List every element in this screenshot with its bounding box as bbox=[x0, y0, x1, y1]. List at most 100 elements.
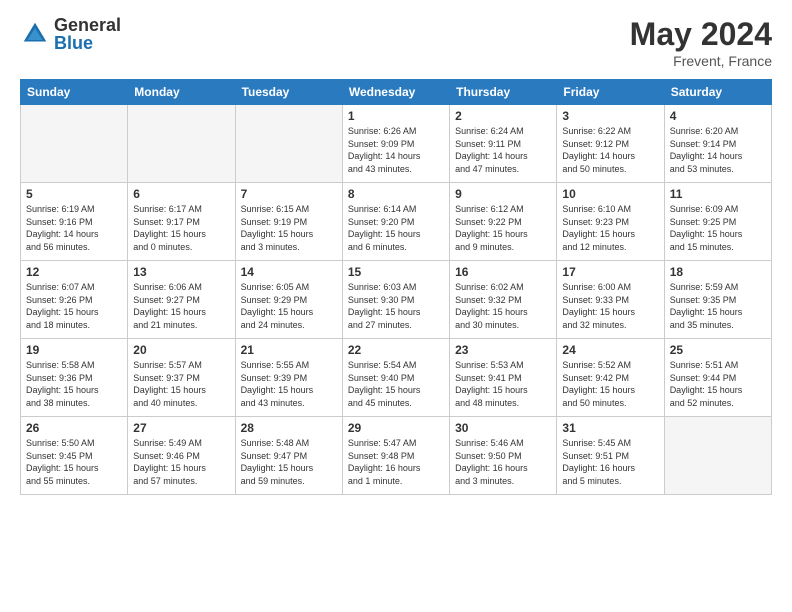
title-block: May 2024 Frevent, France bbox=[630, 16, 772, 69]
day-number: 8 bbox=[348, 187, 444, 201]
logo-icon bbox=[20, 19, 50, 49]
calendar-cell: 31Sunrise: 5:45 AM Sunset: 9:51 PM Dayli… bbox=[557, 417, 664, 495]
day-number: 15 bbox=[348, 265, 444, 279]
calendar-cell: 26 Sunrise: 5:50 AM Sunset: 9:45 PM Dayli… bbox=[21, 417, 128, 495]
cell-info: Sunrise: 5:57 AM Sunset: 9:37 PM Dayligh… bbox=[133, 359, 229, 409]
cell-info: Sunrise: 5:49 AM Sunset: 9:46 PM Dayligh… bbox=[133, 437, 229, 487]
calendar-cell: 1 Sunrise: 6:26 AM Sunset: 9:09 PM Daylig… bbox=[342, 105, 449, 183]
day-number: 1 bbox=[348, 109, 444, 123]
week-row-1: 5Sunrise: 6:19 AM Sunset: 9:16 PM Daylig… bbox=[21, 183, 772, 261]
logo-blue: Blue bbox=[54, 34, 121, 52]
cell-info: Sunrise: 6:00 AM Sunset: 9:33 PM Dayligh… bbox=[562, 281, 658, 331]
cell-info: Sunrise: 6:15 AM Sunset: 9:19 PM Dayligh… bbox=[241, 203, 337, 253]
calendar-cell: 3 Sunrise: 6:22 AM Sunset: 9:12 PM Daylig… bbox=[557, 105, 664, 183]
col-monday: Monday bbox=[128, 80, 235, 105]
day-number: 6 bbox=[133, 187, 229, 201]
calendar-cell: 29Sunrise: 5:47 AM Sunset: 9:48 PM Dayli… bbox=[342, 417, 449, 495]
calendar-cell: 5Sunrise: 6:19 AM Sunset: 9:16 PM Daylig… bbox=[21, 183, 128, 261]
day-number: 2 bbox=[455, 109, 551, 123]
day-number: 25 bbox=[670, 343, 766, 357]
cell-info: Sunrise: 6:06 AM Sunset: 9:27 PM Dayligh… bbox=[133, 281, 229, 331]
logo: General Blue bbox=[20, 16, 121, 52]
cell-info: Sunrise: 6:02 AM Sunset: 9:32 PM Dayligh… bbox=[455, 281, 551, 331]
day-number: 27 bbox=[133, 421, 229, 435]
day-number: 20 bbox=[133, 343, 229, 357]
calendar-body: 1 Sunrise: 6:26 AM Sunset: 9:09 PM Daylig… bbox=[21, 105, 772, 495]
calendar-cell: 12 Sunrise: 6:07 AM Sunset: 9:26 PM Dayli… bbox=[21, 261, 128, 339]
day-number: 24 bbox=[562, 343, 658, 357]
calendar-cell: 15Sunrise: 6:03 AM Sunset: 9:30 PM Dayli… bbox=[342, 261, 449, 339]
day-number: 26 bbox=[26, 421, 122, 435]
calendar-cell: 9Sunrise: 6:12 AM Sunset: 9:22 PM Daylig… bbox=[450, 183, 557, 261]
calendar-cell: 14Sunrise: 6:05 AM Sunset: 9:29 PM Dayli… bbox=[235, 261, 342, 339]
calendar-cell: 2 Sunrise: 6:24 AM Sunset: 9:11 PM Daylig… bbox=[450, 105, 557, 183]
cell-info: Sunrise: 5:54 AM Sunset: 9:40 PM Dayligh… bbox=[348, 359, 444, 409]
cell-info: Sunrise: 5:47 AM Sunset: 9:48 PM Dayligh… bbox=[348, 437, 444, 487]
cell-info: Sunrise: 5:48 AM Sunset: 9:47 PM Dayligh… bbox=[241, 437, 337, 487]
day-number: 28 bbox=[241, 421, 337, 435]
calendar-cell: 17Sunrise: 6:00 AM Sunset: 9:33 PM Dayli… bbox=[557, 261, 664, 339]
day-number: 19 bbox=[26, 343, 122, 357]
col-friday: Friday bbox=[557, 80, 664, 105]
calendar-cell: 10Sunrise: 6:10 AM Sunset: 9:23 PM Dayli… bbox=[557, 183, 664, 261]
logo-general: General bbox=[54, 16, 121, 34]
cell-info: Sunrise: 6:14 AM Sunset: 9:20 PM Dayligh… bbox=[348, 203, 444, 253]
col-wednesday: Wednesday bbox=[342, 80, 449, 105]
header: General Blue May 2024 Frevent, France bbox=[20, 16, 772, 69]
location: Frevent, France bbox=[630, 53, 772, 69]
calendar-cell: 25 Sunrise: 5:51 AM Sunset: 9:44 PM Dayli… bbox=[664, 339, 771, 417]
cell-info: Sunrise: 6:26 AM Sunset: 9:09 PM Dayligh… bbox=[348, 125, 444, 175]
calendar-cell: 21 Sunrise: 5:55 AM Sunset: 9:39 PM Dayli… bbox=[235, 339, 342, 417]
calendar-cell: 30 Sunrise: 5:46 AM Sunset: 9:50 PM Dayli… bbox=[450, 417, 557, 495]
day-number: 23 bbox=[455, 343, 551, 357]
cell-info: Sunrise: 5:52 AM Sunset: 9:42 PM Dayligh… bbox=[562, 359, 658, 409]
calendar-cell: 16Sunrise: 6:02 AM Sunset: 9:32 PM Dayli… bbox=[450, 261, 557, 339]
cell-info: Sunrise: 6:09 AM Sunset: 9:25 PM Dayligh… bbox=[670, 203, 766, 253]
week-row-0: 1 Sunrise: 6:26 AM Sunset: 9:09 PM Daylig… bbox=[21, 105, 772, 183]
col-tuesday: Tuesday bbox=[235, 80, 342, 105]
week-row-3: 19 Sunrise: 5:58 AM Sunset: 9:36 PM Dayli… bbox=[21, 339, 772, 417]
calendar-header: Sunday Monday Tuesday Wednesday Thursday… bbox=[21, 80, 772, 105]
cell-info: Sunrise: 5:55 AM Sunset: 9:39 PM Dayligh… bbox=[241, 359, 337, 409]
calendar-cell: 24 Sunrise: 5:52 AM Sunset: 9:42 PM Dayli… bbox=[557, 339, 664, 417]
day-number: 7 bbox=[241, 187, 337, 201]
cell-info: Sunrise: 5:51 AM Sunset: 9:44 PM Dayligh… bbox=[670, 359, 766, 409]
calendar-cell: 18Sunrise: 5:59 AM Sunset: 9:35 PM Dayli… bbox=[664, 261, 771, 339]
week-row-2: 12 Sunrise: 6:07 AM Sunset: 9:26 PM Dayli… bbox=[21, 261, 772, 339]
calendar-cell: 28 Sunrise: 5:48 AM Sunset: 9:47 PM Dayli… bbox=[235, 417, 342, 495]
cell-info: Sunrise: 6:22 AM Sunset: 9:12 PM Dayligh… bbox=[562, 125, 658, 175]
calendar-cell: 13 Sunrise: 6:06 AM Sunset: 9:27 PM Dayli… bbox=[128, 261, 235, 339]
day-number: 31 bbox=[562, 421, 658, 435]
cell-info: Sunrise: 5:58 AM Sunset: 9:36 PM Dayligh… bbox=[26, 359, 122, 409]
week-row-4: 26 Sunrise: 5:50 AM Sunset: 9:45 PM Dayli… bbox=[21, 417, 772, 495]
cell-info: Sunrise: 6:19 AM Sunset: 9:16 PM Dayligh… bbox=[26, 203, 122, 253]
calendar-cell: 19 Sunrise: 5:58 AM Sunset: 9:36 PM Dayli… bbox=[21, 339, 128, 417]
day-number: 4 bbox=[670, 109, 766, 123]
calendar-cell: 6 Sunrise: 6:17 AM Sunset: 9:17 PM Daylig… bbox=[128, 183, 235, 261]
day-number: 22 bbox=[348, 343, 444, 357]
calendar-cell bbox=[128, 105, 235, 183]
cell-info: Sunrise: 6:20 AM Sunset: 9:14 PM Dayligh… bbox=[670, 125, 766, 175]
cell-info: Sunrise: 6:17 AM Sunset: 9:17 PM Dayligh… bbox=[133, 203, 229, 253]
cell-info: Sunrise: 5:59 AM Sunset: 9:35 PM Dayligh… bbox=[670, 281, 766, 331]
cell-info: Sunrise: 5:50 AM Sunset: 9:45 PM Dayligh… bbox=[26, 437, 122, 487]
day-number: 12 bbox=[26, 265, 122, 279]
day-number: 11 bbox=[670, 187, 766, 201]
day-number: 9 bbox=[455, 187, 551, 201]
col-sunday: Sunday bbox=[21, 80, 128, 105]
cell-info: Sunrise: 6:07 AM Sunset: 9:26 PM Dayligh… bbox=[26, 281, 122, 331]
page: General Blue May 2024 Frevent, France Su… bbox=[0, 0, 792, 612]
day-number: 3 bbox=[562, 109, 658, 123]
calendar-cell bbox=[235, 105, 342, 183]
calendar-cell: 22 Sunrise: 5:54 AM Sunset: 9:40 PM Dayli… bbox=[342, 339, 449, 417]
day-number: 10 bbox=[562, 187, 658, 201]
header-row: Sunday Monday Tuesday Wednesday Thursday… bbox=[21, 80, 772, 105]
day-number: 21 bbox=[241, 343, 337, 357]
calendar-cell: 8 Sunrise: 6:14 AM Sunset: 9:20 PM Daylig… bbox=[342, 183, 449, 261]
col-saturday: Saturday bbox=[664, 80, 771, 105]
cell-info: Sunrise: 5:46 AM Sunset: 9:50 PM Dayligh… bbox=[455, 437, 551, 487]
day-number: 30 bbox=[455, 421, 551, 435]
calendar-cell: 4 Sunrise: 6:20 AM Sunset: 9:14 PM Daylig… bbox=[664, 105, 771, 183]
day-number: 13 bbox=[133, 265, 229, 279]
cell-info: Sunrise: 6:24 AM Sunset: 9:11 PM Dayligh… bbox=[455, 125, 551, 175]
